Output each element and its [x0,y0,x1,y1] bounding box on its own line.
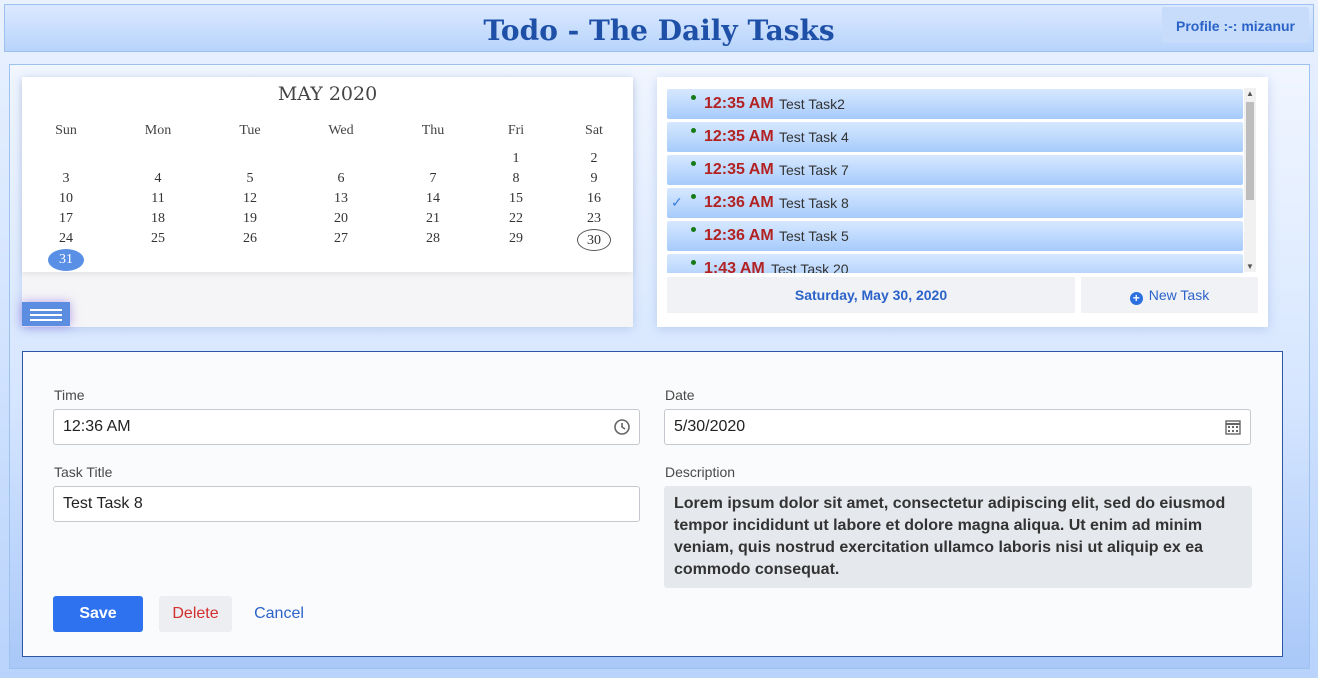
task-item[interactable]: 12:35 AM Test Task 4 [667,122,1243,152]
task-list: 12:35 AM Test Task2 12:35 AM Test Task 4 12:… [667,89,1243,273]
calendar-day[interactable]: 26 [230,229,270,249]
save-button[interactable]: Save [53,596,143,632]
weekday-header: Sun [55,123,77,138]
task-item[interactable]: 1:43 AM Test Task 20 [667,254,1243,273]
calendar-day[interactable]: 19 [230,209,270,229]
date-label: Date [665,387,695,403]
new-task-label: New Task [1148,287,1210,303]
calendar-day[interactable]: 3 [46,169,86,189]
task-title-input[interactable]: Test Task 8 [53,486,640,522]
time-label: Time [54,387,85,403]
task-time: 1:43 AM [704,260,765,273]
scroll-down-arrow-icon[interactable]: ▼ [1246,262,1254,271]
task-title: Test Task2 [779,96,845,112]
task-item[interactable]: 12:35 AM Test Task2 [667,89,1243,119]
calendar-day[interactable]: 2 [574,149,614,169]
check-icon: ✓ [671,194,683,210]
calendar-day[interactable]: 22 [496,209,536,229]
calendar-grid: MAY 2020 Sun Mon Tue Wed Thu Fri Sat 1 2 3 4 5 6 7 8 9 1… [22,77,633,272]
calendar-month-title: MAY 2020 [277,83,378,105]
calendar-day[interactable]: 11 [138,189,178,209]
calendar-day[interactable]: 7 [413,169,453,189]
calendar-icon[interactable] [1224,418,1242,436]
weekday-header: Tue [239,123,261,138]
task-title-label: Task Title [54,464,113,480]
calendar-day[interactable]: 6 [321,169,361,189]
calendar-day[interactable]: 12 [230,189,270,209]
calendar-day[interactable]: 20 [321,209,361,229]
weekday-header: Thu [421,123,445,138]
calendar-day[interactable]: 16 [574,189,614,209]
time-field[interactable]: 12:36 AM [53,409,640,445]
task-item[interactable]: 12:36 AM Test Task 5 [667,221,1243,251]
weekday-header: Fri [507,123,525,138]
calendar-day[interactable]: 4 [138,169,178,189]
task-time: 12:35 AM [704,128,774,145]
status-dot-icon [691,161,696,166]
scroll-thumb[interactable] [1246,102,1254,200]
new-task-button[interactable]: + New Task [1081,277,1258,313]
task-form: Time 12:36 AM Date 5/30/2020 Task Title … [22,351,1283,657]
calendar-day[interactable]: 23 [574,209,614,229]
task-title: Test Task 8 [779,195,849,211]
calendar-day[interactable]: 27 [321,229,361,249]
description-label: Description [665,464,736,480]
hamburger-menu-icon[interactable] [22,302,70,326]
date-field[interactable]: 5/30/2020 [664,409,1251,445]
calendar-panel: MAY 2020 Sun Mon Tue Wed Thu Fri Sat 1 2 3 4 5 6 7 8 9 1… [22,77,633,327]
calendar-day[interactable]: 25 [138,229,178,249]
plus-circle-icon: + [1129,292,1143,305]
calendar-day[interactable]: 28 [413,229,453,249]
weekday-header: Wed [328,123,354,138]
app-title: Todo - The Daily Tasks [483,14,835,47]
calendar-day[interactable]: 21 [413,209,453,229]
delete-button[interactable]: Delete [159,596,232,632]
calendar-day[interactable]: 18 [138,209,178,229]
status-dot-icon [691,95,696,100]
calendar-day[interactable]: 29 [496,229,536,249]
task-time: 12:35 AM [704,161,774,178]
cancel-button[interactable]: Cancel [243,596,315,632]
status-dot-icon [691,194,696,199]
task-time: 12:36 AM [704,227,774,244]
status-dot-icon [691,260,696,265]
weekday-header: Sat [585,123,603,138]
calendar-day[interactable]: 1 [496,149,536,169]
clock-icon[interactable] [613,418,631,436]
calendar-day[interactable]: 13 [321,189,361,209]
calendar-day[interactable]: 31 [48,249,84,271]
task-panel: 12:35 AM Test Task2 12:35 AM Test Task 4 12:… [657,77,1268,327]
task-list-scrollbar[interactable]: ▲ ▼ [1244,88,1256,272]
calendar-day[interactable]: 15 [496,189,536,209]
profile-button[interactable]: Profile :-: mizanur [1161,7,1309,43]
calendar-day[interactable]: 30 [577,229,611,251]
calendar-day[interactable]: 14 [413,189,453,209]
weekday-header: Mon [144,123,172,138]
calendar-day[interactable]: 9 [574,169,614,189]
task-time: 12:36 AM [704,194,774,211]
scroll-up-arrow-icon[interactable]: ▲ [1246,89,1254,98]
task-title: Test Task 20 [771,261,849,273]
app-header: Todo - The Daily Tasks Profile :-: mizan… [4,4,1314,52]
time-value: 12:36 AM [63,418,131,435]
calendar-day[interactable]: 5 [230,169,270,189]
calendar-day[interactable]: 10 [46,189,86,209]
task-item[interactable]: 12:35 AM Test Task 7 [667,155,1243,185]
task-time: 12:35 AM [704,95,774,112]
date-value: 5/30/2020 [674,418,746,435]
task-item[interactable]: ✓ 12:36 AM Test Task 8 [667,188,1243,218]
status-dot-icon [691,128,696,133]
task-title: Test Task 4 [779,129,849,145]
task-title: Test Task 7 [779,162,849,178]
calendar-day[interactable]: 8 [496,169,536,189]
calendar-day[interactable]: 24 [46,229,86,249]
calendar-day[interactable]: 17 [46,209,86,229]
selected-date-label: Saturday, May 30, 2020 [667,277,1075,313]
description-textarea[interactable]: Lorem ipsum dolor sit amet, consectetur … [664,486,1252,588]
task-title: Test Task 5 [779,228,849,244]
status-dot-icon [691,227,696,232]
